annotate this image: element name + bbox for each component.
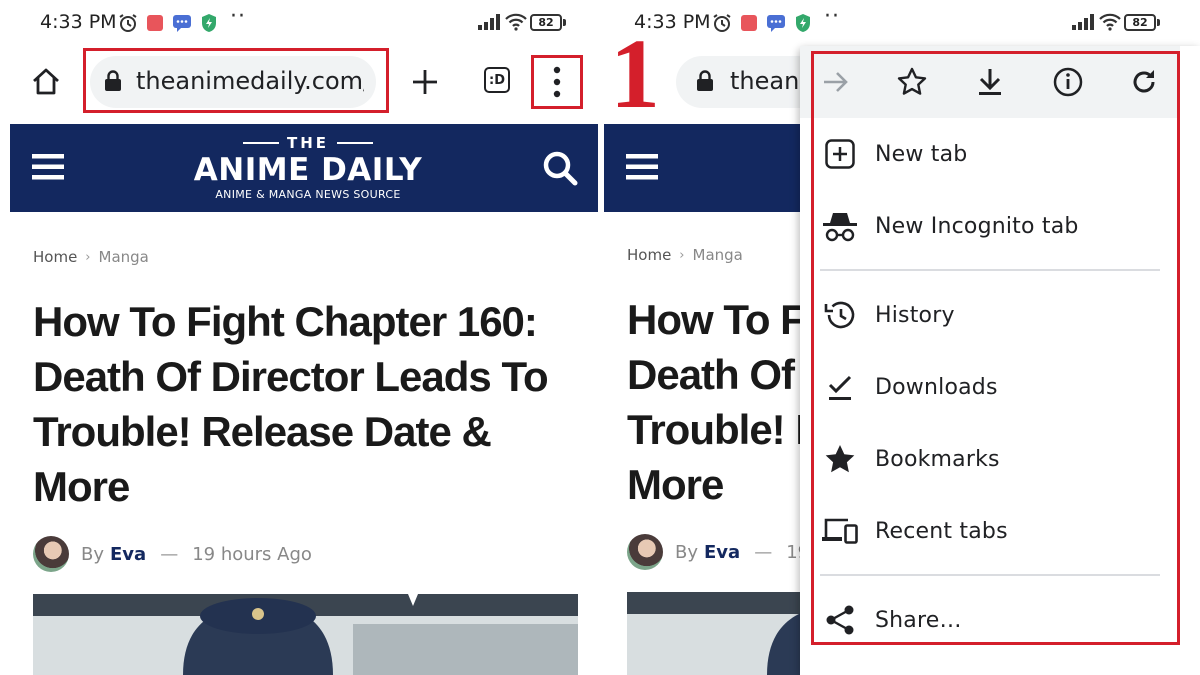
breadcrumb-home[interactable]: Home [627, 246, 671, 264]
battery-tip [1157, 19, 1160, 26]
brand-name: ANIME DAILY [193, 152, 423, 188]
byline: By Eva — 19 hours Ago [33, 534, 312, 574]
title-line: More [627, 461, 724, 508]
article-title: How To Fight Chapter 160: Death Of Direc… [33, 294, 573, 514]
chat-icon [767, 15, 785, 32]
breadcrumb-home[interactable]: Home [33, 248, 77, 266]
site-search-button[interactable] [540, 148, 580, 188]
site-logo[interactable]: THE ANIME DAILY ANIME & MANGA NEWS SOURC… [186, 134, 430, 201]
title-line: Death Of Director Leads To [33, 353, 549, 400]
title-line: More [33, 463, 130, 510]
address-bar-highlight [83, 48, 389, 113]
wifi-icon [505, 13, 527, 31]
more-notifications-icon: ·· [824, 4, 840, 29]
shield-icon [202, 14, 216, 32]
status-bar: 4:33 PM ·· 82 [0, 0, 600, 44]
step-number-annotation: 1 [610, 18, 660, 129]
alarm-icon [713, 14, 731, 32]
article-title: How To F Death Of Trouble! R More [627, 292, 807, 512]
byline-dash: — [754, 541, 773, 563]
author-link[interactable]: Eva [110, 544, 146, 565]
hamburger-icon [32, 154, 64, 180]
wifi-icon [1099, 13, 1121, 31]
hamburger-icon [626, 154, 658, 180]
lock-icon [697, 70, 713, 91]
site-header: THE ANIME DAILY ANIME & MANGA NEWS SOURC… [10, 124, 598, 212]
title-line: How To F [627, 296, 806, 343]
app-notification-icon [147, 15, 163, 31]
byline-dash: — [160, 543, 179, 565]
author-link[interactable]: Eva [704, 542, 740, 563]
byline-by: By [81, 543, 105, 565]
breadcrumb-section[interactable]: Manga [693, 246, 743, 264]
chevron-right-icon: › [679, 247, 685, 263]
article-hero-image [627, 592, 827, 675]
menu-highlight [811, 51, 1180, 645]
avatar [33, 536, 69, 572]
site-menu-button[interactable] [30, 150, 66, 184]
breadcrumb: Home › Manga [33, 248, 149, 266]
status-time: 4:33 PM [40, 11, 117, 33]
more-notifications-icon: ·· [230, 4, 246, 29]
title-line: How To Fight Chapter 160: [33, 298, 538, 345]
left-screenshot: 4:33 PM ·· 82 theanimedaily.com/h :D THE… [0, 0, 600, 675]
byline: By Eva — 19 [627, 532, 809, 572]
breadcrumb: Home › Manga [627, 246, 743, 264]
chat-icon [173, 15, 191, 32]
title-line: Trouble! Release Date & [33, 408, 492, 455]
chevron-right-icon: › [85, 249, 91, 265]
menu-button-highlight [531, 55, 583, 109]
title-line: Trouble! R [627, 406, 807, 453]
new-tab-button[interactable] [404, 60, 446, 104]
tab-switcher-icon: :D [484, 67, 510, 93]
byline-by: By [675, 541, 699, 563]
brand-the: THE [286, 134, 330, 152]
site-menu-button[interactable] [624, 150, 660, 184]
byline-time: 19 hours Ago [192, 543, 312, 565]
battery-icon: 82 [530, 14, 562, 31]
battery-icon: 82 [1124, 14, 1156, 31]
manga-illustration [627, 592, 827, 675]
alarm-icon [119, 14, 137, 32]
breadcrumb-section[interactable]: Manga [99, 248, 149, 266]
tab-switcher-button[interactable]: :D [480, 62, 514, 98]
status-bar: 4:33 PM ·· 82 [600, 0, 1200, 44]
avatar [627, 534, 663, 570]
manga-illustration [33, 594, 578, 675]
plus-icon [413, 70, 437, 94]
article-hero-image [33, 594, 578, 675]
home-button[interactable] [26, 60, 66, 104]
signal-icon [1072, 14, 1094, 30]
search-icon [543, 151, 578, 186]
brand-tagline: ANIME & MANGA NEWS SOURCE [215, 188, 401, 201]
home-icon [33, 68, 59, 95]
signal-icon [478, 14, 500, 30]
app-notification-icon [741, 15, 757, 31]
title-line: Death Of [627, 351, 795, 398]
shield-icon [796, 14, 810, 32]
battery-tip [563, 19, 566, 26]
